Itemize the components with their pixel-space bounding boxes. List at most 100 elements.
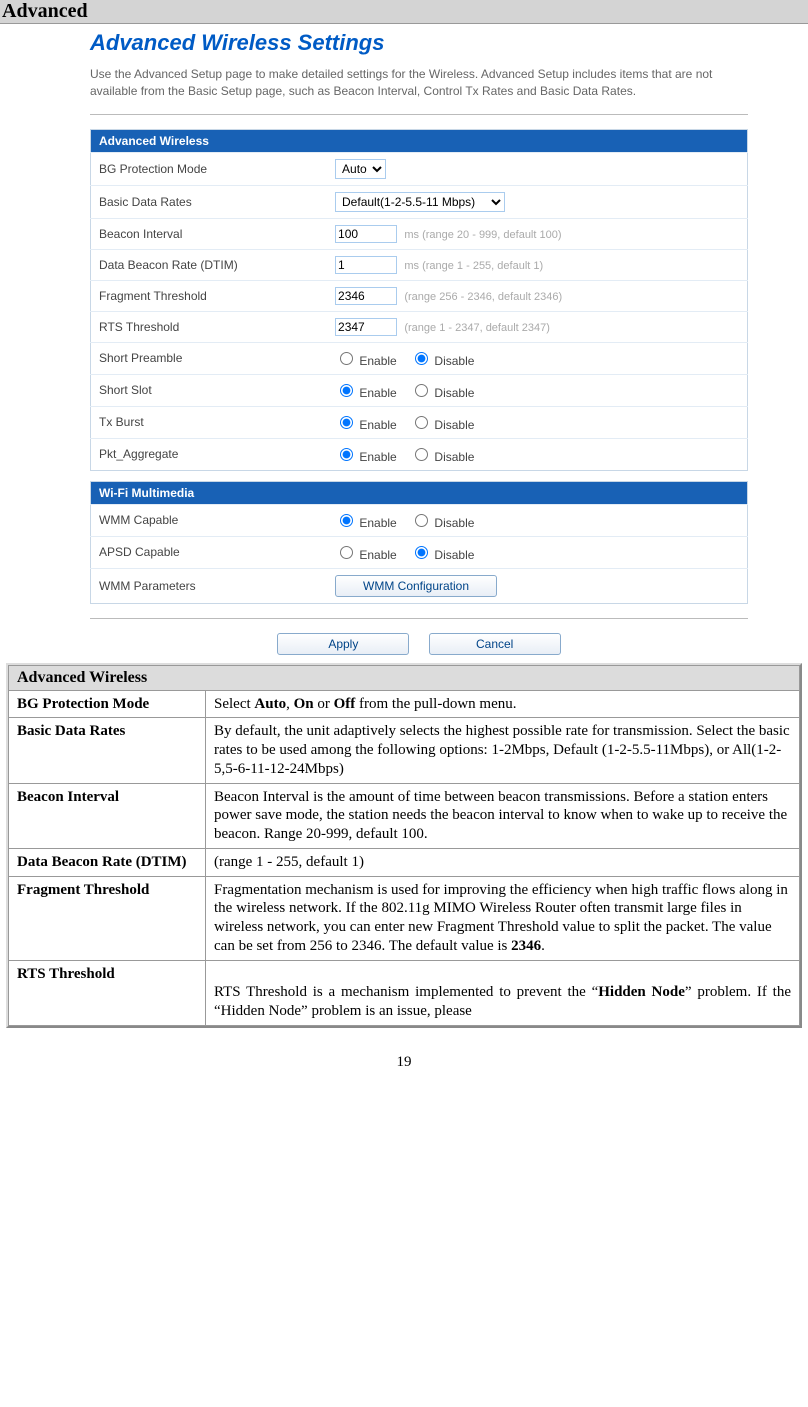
short-preamble-disable[interactable]: Disable: [410, 354, 474, 368]
cancel-button[interactable]: Cancel: [429, 633, 561, 655]
frag-label: Fragment Threshold: [91, 280, 328, 311]
rts-hint: (range 1 - 2347, default 2347): [404, 322, 550, 334]
short-slot-enable[interactable]: Enable: [335, 386, 397, 400]
radio-disable[interactable]: [415, 546, 428, 559]
disable-text: Disable: [434, 548, 474, 562]
wmm-disable[interactable]: Disable: [410, 516, 474, 530]
basic-rates-label: Basic Data Rates: [91, 185, 328, 218]
short-slot-label: Short Slot: [91, 374, 328, 406]
desc-body-rts: RTS Threshold is a mechanism implemented…: [206, 960, 800, 1025]
divider: [90, 114, 748, 115]
disable-text: Disable: [434, 516, 474, 530]
bold: On: [294, 696, 314, 712]
disable-text: Disable: [434, 354, 474, 368]
desc-body-dtim: (range 1 - 255, default 1): [206, 848, 800, 876]
disable-text: Disable: [434, 450, 474, 464]
dtim-input[interactable]: [335, 256, 397, 274]
radio-disable[interactable]: [415, 416, 428, 429]
wmm-configuration-button[interactable]: WMM Configuration: [335, 575, 497, 597]
frag-hint: (range 256 - 2346, default 2346): [404, 291, 562, 303]
text: or: [314, 696, 334, 712]
text: Select: [214, 696, 254, 712]
radio-enable[interactable]: [340, 514, 353, 527]
txburst-disable[interactable]: Disable: [410, 418, 474, 432]
desc-term-beacon: Beacon Interval: [9, 783, 206, 848]
radio-enable[interactable]: [340, 352, 353, 365]
description-table: Advanced Wireless BG Protection Mode Sel…: [8, 665, 800, 1026]
radio-disable[interactable]: [415, 384, 428, 397]
wmm-enable[interactable]: Enable: [335, 516, 397, 530]
admin-panel-screenshot: Advanced Wireless Settings Use the Advan…: [90, 30, 748, 655]
button-row: Apply Cancel: [90, 633, 748, 655]
txburst-enable[interactable]: Enable: [335, 418, 397, 432]
radio-disable[interactable]: [415, 352, 428, 365]
text: from the pull-down menu.: [355, 696, 516, 712]
text: .: [541, 938, 545, 954]
enable-text: Enable: [359, 354, 396, 368]
radio-enable[interactable]: [340, 416, 353, 429]
beacon-interval-hint: ms (range 20 - 999, default 100): [404, 229, 561, 241]
desc-body-beacon: Beacon Interval is the amount of time be…: [206, 783, 800, 848]
admin-panel-intro: Use the Advanced Setup page to make deta…: [90, 66, 748, 100]
beacon-interval-input[interactable]: [335, 225, 397, 243]
text: Fragmentation mechanism is used for impr…: [214, 882, 788, 954]
bg-mode-select[interactable]: Auto: [335, 159, 386, 179]
dtim-label: Data Beacon Rate (DTIM): [91, 249, 328, 280]
advanced-wireless-table: Advanced Wireless BG Protection Mode Aut…: [90, 129, 748, 471]
txburst-label: Tx Burst: [91, 406, 328, 438]
apsd-disable[interactable]: Disable: [410, 548, 474, 562]
radio-enable[interactable]: [340, 546, 353, 559]
bg-mode-label: BG Protection Mode: [91, 152, 328, 185]
admin-panel-title: Advanced Wireless Settings: [90, 30, 748, 56]
short-preamble-label: Short Preamble: [91, 342, 328, 374]
short-preamble-enable[interactable]: Enable: [335, 354, 397, 368]
disable-text: Disable: [434, 418, 474, 432]
rts-label: RTS Threshold: [91, 311, 328, 342]
bold: 2346: [511, 938, 541, 954]
beacon-interval-label: Beacon Interval: [91, 218, 328, 249]
wifi-multimedia-table: Wi-Fi Multimedia WMM Capable Enable Disa…: [90, 481, 748, 604]
bold: Auto: [254, 696, 286, 712]
pktagg-enable[interactable]: Enable: [335, 450, 397, 464]
pktagg-label: Pkt_Aggregate: [91, 438, 328, 470]
desc-term-frag: Fragment Threshold: [9, 876, 206, 960]
page-header-title: Advanced: [2, 0, 88, 22]
divider: [90, 618, 748, 619]
text: RTS Threshold is a mechanism implemented…: [214, 984, 598, 1000]
basic-rates-select[interactable]: Default(1-2-5.5-11 Mbps): [335, 192, 505, 212]
radio-enable[interactable]: [340, 448, 353, 461]
radio-disable[interactable]: [415, 448, 428, 461]
radio-disable[interactable]: [415, 514, 428, 527]
enable-text: Enable: [359, 548, 396, 562]
desc-body-frag: Fragmentation mechanism is used for impr…: [206, 876, 800, 960]
text: ,: [286, 696, 294, 712]
enable-text: Enable: [359, 418, 396, 432]
apply-button[interactable]: Apply: [277, 633, 409, 655]
desc-body-basic: By default, the unit adaptively selects …: [206, 718, 800, 783]
desc-term-basic: Basic Data Rates: [9, 718, 206, 783]
aw-section-head: Advanced Wireless: [91, 129, 748, 152]
page-header: Advanced: [0, 0, 808, 24]
rts-input[interactable]: [335, 318, 397, 336]
wmm-params-label: WMM Parameters: [91, 568, 328, 603]
frag-input[interactable]: [335, 287, 397, 305]
dtim-hint: ms (range 1 - 255, default 1): [404, 260, 543, 272]
desc-term-dtim: Data Beacon Rate (DTIM): [9, 848, 206, 876]
enable-text: Enable: [359, 450, 396, 464]
enable-text: Enable: [359, 386, 396, 400]
description-table-wrapper: Advanced Wireless BG Protection Mode Sel…: [6, 663, 802, 1028]
apsd-label: APSD Capable: [91, 536, 328, 568]
desc-term-bg: BG Protection Mode: [9, 690, 206, 718]
wmm-capable-label: WMM Capable: [91, 504, 328, 536]
radio-enable[interactable]: [340, 384, 353, 397]
desc-term-rts: RTS Threshold: [9, 960, 206, 1025]
pktagg-disable[interactable]: Disable: [410, 450, 474, 464]
wm-section-head: Wi-Fi Multimedia: [91, 481, 748, 504]
bold: Off: [334, 696, 356, 712]
enable-text: Enable: [359, 516, 396, 530]
short-slot-disable[interactable]: Disable: [410, 386, 474, 400]
disable-text: Disable: [434, 386, 474, 400]
apsd-enable[interactable]: Enable: [335, 548, 397, 562]
bold: Hidden Node: [598, 984, 685, 1000]
desc-body-bg: Select Auto, On or Off from the pull-dow…: [206, 690, 800, 718]
